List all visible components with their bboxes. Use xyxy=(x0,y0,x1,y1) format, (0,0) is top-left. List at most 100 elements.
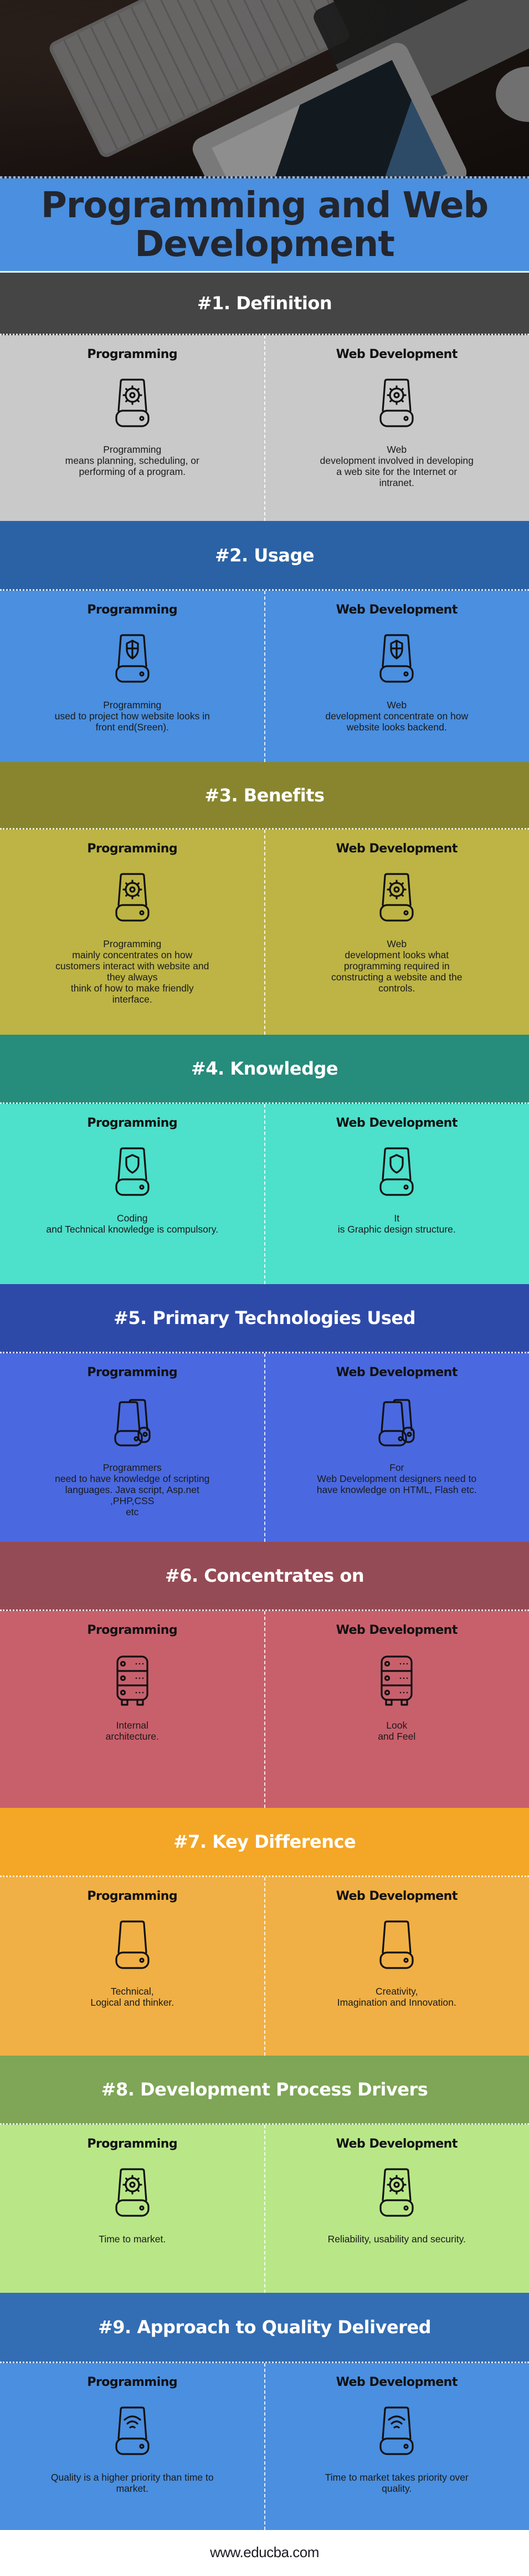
column-title-programming: Programming xyxy=(87,347,178,361)
comparison-section-1: #1. Definition Programming Programming m… xyxy=(0,273,529,521)
section-heading: #3. Benefits xyxy=(204,784,325,806)
web-development-description: For Web Development designers need to ha… xyxy=(316,1462,477,1495)
programming-description: Coding and Technical knowledge is compul… xyxy=(46,1213,219,1235)
hero-image xyxy=(0,0,529,178)
dotted-divider xyxy=(0,176,529,178)
programming-description: Technical, Logical and thinker. xyxy=(90,1986,174,2008)
column-title-web-development: Web Development xyxy=(336,347,458,361)
column-title-programming: Programming xyxy=(87,842,178,856)
column-title-programming: Programming xyxy=(87,603,178,617)
section-body: Programming Programming means planning, … xyxy=(0,335,529,521)
column-title-programming: Programming xyxy=(87,2137,178,2151)
programming-description: Time to market. xyxy=(99,2233,166,2245)
section-heading: #9. Approach to Quality Delivered xyxy=(97,2317,432,2338)
section-header: #8. Development Process Drivers xyxy=(0,2056,529,2125)
programming-description: Programming mainly concentrates on how c… xyxy=(55,938,209,1005)
drive-gear-icon xyxy=(107,376,157,432)
programming-description: Programming used to project how website … xyxy=(54,699,210,733)
programming-column: Programming Quality is a higher priority… xyxy=(0,2363,265,2530)
programming-column: Programming Coding and Technical knowled… xyxy=(0,1104,265,1284)
section-body: Programming Quality is a higher priority… xyxy=(0,2363,529,2530)
section-body: Programming Programming used to project … xyxy=(0,591,529,762)
programming-description: Programming means planning, scheduling, … xyxy=(65,444,199,477)
drive-shield-icon xyxy=(372,1145,422,1200)
section-header: #1. Definition xyxy=(0,273,529,335)
section-heading: #8. Development Process Drivers xyxy=(101,2079,428,2100)
web-development-column: Web Development Web development involved… xyxy=(265,335,529,521)
page-title: Programming and Web Development xyxy=(40,185,489,265)
comparison-section-7: #7. Key Difference Programming Technical… xyxy=(0,1808,529,2056)
web-development-description: Web development involved in developing a… xyxy=(320,444,474,488)
footer: www.educba.com xyxy=(0,2530,529,2574)
programming-column: Programming Programming mainly concentra… xyxy=(0,830,265,1035)
web-development-column: Web Development It is Graphic design str… xyxy=(265,1104,529,1284)
web-development-description: Time to market takes priority over quali… xyxy=(325,2472,469,2494)
column-title-web-development: Web Development xyxy=(336,1116,458,1130)
section-heading: #5. Primary Technologies Used xyxy=(114,1307,415,1328)
section-header: #5. Primary Technologies Used xyxy=(0,1284,529,1353)
column-title-web-development: Web Development xyxy=(336,1366,458,1379)
section-body: Programming Programmers need to have kno… xyxy=(0,1353,529,1542)
drive-gear-icon xyxy=(107,2166,157,2221)
drive-wifi-icon xyxy=(372,2404,422,2460)
comparison-sections: #1. Definition Programming Programming m… xyxy=(0,273,529,2530)
programming-column: Programming Programming used to project … xyxy=(0,591,265,762)
programming-description: Internal architecture. xyxy=(105,1720,159,1742)
column-title-programming: Programming xyxy=(87,1889,178,1903)
section-body: Programming Technical, Logical and think… xyxy=(0,1877,529,2056)
drive-gear-icon xyxy=(107,871,157,926)
column-title-programming: Programming xyxy=(87,1116,178,1130)
footer-url[interactable]: www.educba.com xyxy=(210,2544,319,2561)
double-drive-icon xyxy=(372,1394,422,1450)
drive-shield-icon xyxy=(107,1145,157,1200)
column-title-web-development: Web Development xyxy=(336,842,458,856)
comparison-section-3: #3. Benefits Programming Programming mai… xyxy=(0,762,529,1035)
section-header: #9. Approach to Quality Delivered xyxy=(0,2293,529,2363)
column-title-web-development: Web Development xyxy=(336,1623,458,1637)
drive-gear-icon xyxy=(372,871,422,926)
section-header: #6. Concentrates on xyxy=(0,1542,529,1611)
web-development-description: Creativity, Imagination and Innovation. xyxy=(337,1986,456,2008)
web-development-description: It is Graphic design structure. xyxy=(337,1213,456,1235)
web-development-column: Web Development Web development concentr… xyxy=(265,591,529,762)
web-development-description: Reliability, usability and security. xyxy=(327,2233,466,2245)
drive-icon xyxy=(107,1918,157,1974)
web-development-column: Web Development Reliability, usability a… xyxy=(265,2125,529,2293)
comparison-section-5: #5. Primary Technologies Used Programmin… xyxy=(0,1284,529,1542)
column-title-web-development: Web Development xyxy=(336,1889,458,1903)
programming-column: Programming Technical, Logical and think… xyxy=(0,1877,265,2056)
title-banner: Programming and Web Development xyxy=(0,178,529,273)
programming-description: Programmers need to have knowledge of sc… xyxy=(55,1462,210,1517)
comparison-section-6: #6. Concentrates on Programming Internal… xyxy=(0,1542,529,1808)
section-heading: #2. Usage xyxy=(214,544,315,566)
programming-column: Programming Internal architecture. xyxy=(0,1611,265,1808)
drive-gear-icon xyxy=(372,376,422,432)
comparison-section-9: #9. Approach to Quality Delivered Progra… xyxy=(0,2293,529,2530)
programming-column: Programming Time to market. xyxy=(0,2125,265,2293)
section-heading: #4. Knowledge xyxy=(191,1058,338,1079)
server-rack-icon xyxy=(107,1652,157,1708)
section-header: #4. Knowledge xyxy=(0,1035,529,1104)
web-development-column: Web Development Time to market takes pri… xyxy=(265,2363,529,2530)
web-development-description: Look and Feel xyxy=(378,1720,416,1742)
web-development-description: Web development concentrate on how websi… xyxy=(325,699,469,733)
programming-description: Quality is a higher priority than time t… xyxy=(50,2472,214,2494)
comparison-section-2: #2. Usage Programming Programming used t… xyxy=(0,521,529,762)
web-development-column: Web Development For Web Development desi… xyxy=(265,1353,529,1542)
double-drive-icon xyxy=(107,1394,157,1450)
comparison-section-8: #8. Development Process Drivers Programm… xyxy=(0,2056,529,2293)
column-title-programming: Programming xyxy=(87,1366,178,1379)
column-title-programming: Programming xyxy=(87,1623,178,1637)
drive-shield-cross-icon xyxy=(372,632,422,687)
column-title-web-development: Web Development xyxy=(336,2137,458,2151)
programming-column: Programming Programming means planning, … xyxy=(0,335,265,521)
section-heading: #7. Key Difference xyxy=(173,1831,356,1852)
drive-gear-icon xyxy=(372,2166,422,2221)
section-header: #7. Key Difference xyxy=(0,1808,529,1877)
section-heading: #6. Concentrates on xyxy=(165,1565,364,1586)
section-body: Programming Programming mainly concentra… xyxy=(0,830,529,1035)
web-development-description: Web development looks what programming r… xyxy=(331,938,463,994)
comparison-section-4: #4. Knowledge Programming Coding and Tec… xyxy=(0,1035,529,1284)
column-title-web-development: Web Development xyxy=(336,2375,458,2389)
web-development-column: Web Development Creativity, Imagination … xyxy=(265,1877,529,2056)
